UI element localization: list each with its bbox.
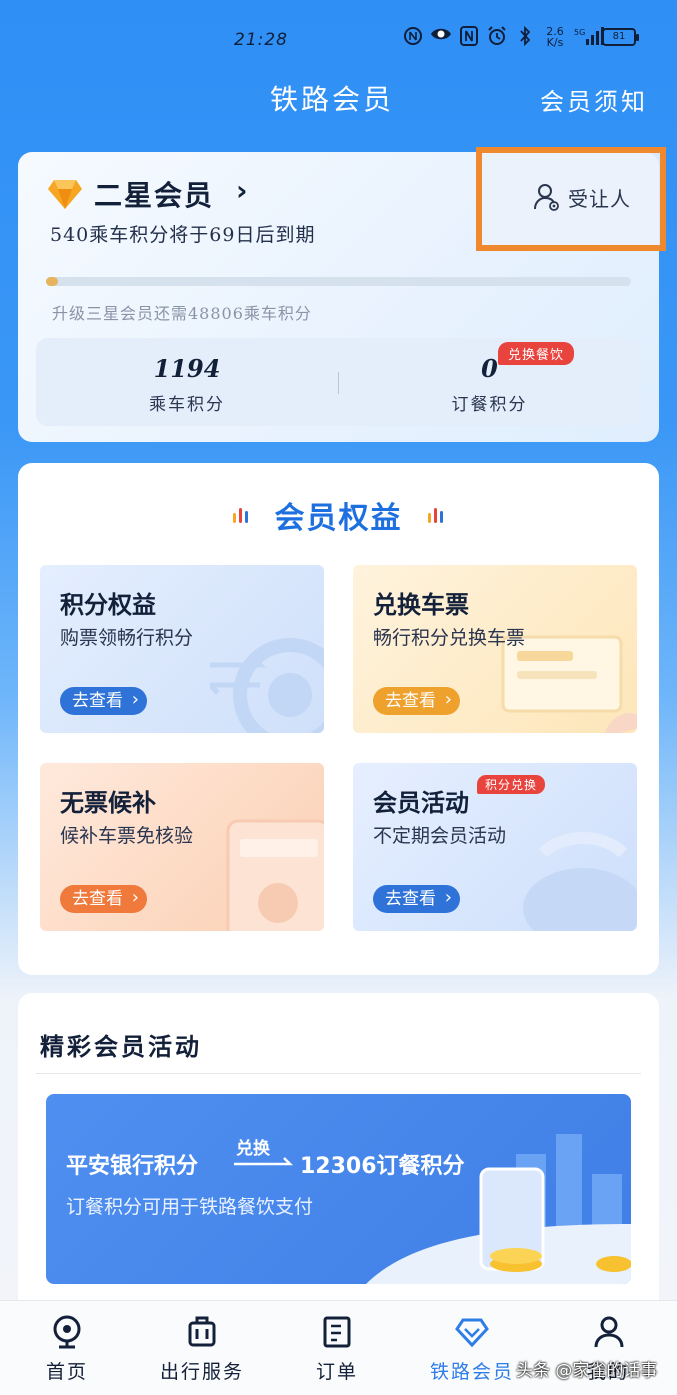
divider xyxy=(36,1073,641,1074)
battery-icon: 81 xyxy=(602,28,639,46)
person-icon xyxy=(594,1316,624,1348)
tile-title: 会员活动 xyxy=(373,789,469,817)
view-button[interactable]: 去查看 xyxy=(373,884,460,913)
meal-exchange-badge[interactable]: 兑换餐饮 xyxy=(498,342,575,365)
nfc-icon xyxy=(458,26,480,48)
svg-text:5G: 5G xyxy=(574,28,585,37)
bars-decoration-icon xyxy=(428,508,443,523)
tile-title: 积分权益 xyxy=(60,591,156,619)
promo-title: 平安银行积分 xyxy=(66,1154,199,1179)
home-icon xyxy=(53,1315,81,1349)
benefits-heading: 会员权益 xyxy=(274,501,403,536)
nav-label: 订单 xyxy=(315,1361,358,1383)
view-button[interactable]: 去查看 xyxy=(60,686,147,715)
nfc-outline-icon xyxy=(402,26,424,48)
meal-points-value[interactable]: 0 xyxy=(338,354,641,383)
member-notice-link[interactable]: 会员须知 xyxy=(540,82,648,117)
status-icons: 2.6 K/s 5G 81 xyxy=(402,25,639,49)
activities-heading: 精彩会员活动 xyxy=(40,1032,202,1061)
luggage-icon xyxy=(188,1316,216,1347)
benefit-tile-exchange-ticket[interactable]: 兑换车票 畅行积分兑换车票 去查看 xyxy=(353,565,637,733)
nav-label: 首页 xyxy=(45,1361,88,1383)
benefits-card: 会员权益 积分权益 购票领畅行积分 去查看 兑换车票 畅行积分兑换车票 去查看 xyxy=(18,463,659,975)
train-logo-decoration xyxy=(210,638,324,733)
watermark: 头条 @家雀的话事 xyxy=(516,1361,658,1381)
phone-decoration xyxy=(226,819,324,931)
city-train-decoration xyxy=(366,1134,631,1284)
view-button[interactable]: 去查看 xyxy=(60,884,147,913)
tile-subtitle: 畅行积分兑换车票 xyxy=(373,627,526,649)
nav-label: 出行服务 xyxy=(159,1361,244,1383)
ride-points-value[interactable]: 1194 xyxy=(36,354,338,383)
transferee-label: 受让人 xyxy=(568,187,631,211)
promo-target: 12306订餐积分 xyxy=(300,1154,465,1179)
alarm-icon xyxy=(486,26,508,48)
signal-icon: 5G xyxy=(574,26,604,48)
promo-banner[interactable]: 平安银行积分 兑换 12306订餐积分 订餐积分可用于铁路餐饮支付 xyxy=(46,1094,631,1284)
member-card: 二星会员 › 540乘车积分将于69日后到期 受让人 升级三星会员还需48806… xyxy=(18,147,666,442)
chevron-right-icon[interactable]: › xyxy=(236,174,248,207)
diamond-icon xyxy=(455,1318,489,1348)
tile-subtitle: 购票领畅行积分 xyxy=(60,627,194,649)
net-speed: 2.6 K/s xyxy=(546,25,564,49)
meal-points-label: 订餐积分 xyxy=(451,395,528,415)
benefit-tile-member-activity[interactable]: 会员活动 积分兑换 不定期会员活动 去查看 xyxy=(353,763,637,931)
activities-card: 精彩会员活动 平安银行积分 兑换 12306订餐积分 订餐积分可用于铁路餐饮支付 xyxy=(18,993,659,1313)
transferee-button[interactable]: 受让人 xyxy=(476,147,666,251)
ride-points-label: 乘车积分 xyxy=(149,395,225,415)
benefit-tile-waitlist[interactable]: 无票候补 候补车票免核验 去查看 xyxy=(40,763,324,931)
level-progress-bar xyxy=(46,277,631,286)
promo-subtitle: 订餐积分可用于铁路餐饮支付 xyxy=(66,1196,314,1218)
level-progress-fill xyxy=(46,277,58,286)
points-exchange-badge: 积分兑换 xyxy=(477,775,546,794)
tile-subtitle: 候补车票免核验 xyxy=(60,825,194,847)
nav-item-travel-services[interactable]: 出行服务 xyxy=(135,1301,270,1395)
page-title: 铁路会员 xyxy=(270,83,395,116)
tile-subtitle: 不定期会员活动 xyxy=(373,825,507,847)
benefit-tile-points[interactable]: 积分权益 购票领畅行积分 去查看 xyxy=(40,565,324,733)
points-panel: 1194 乘车积分 0 订餐积分 兑换餐饮 xyxy=(36,338,641,426)
bag-decoration xyxy=(523,832,637,931)
nav-item-orders[interactable]: 订单 xyxy=(270,1301,405,1395)
nav-item-home[interactable]: 首页 xyxy=(0,1301,135,1395)
tile-title: 兑换车票 xyxy=(373,591,469,619)
status-time: 21:28 xyxy=(234,30,288,50)
eye-icon xyxy=(430,26,452,48)
status-bar: 21:28 2.6 K/s 5G 81 xyxy=(0,0,677,80)
order-icon xyxy=(323,1316,351,1348)
upgrade-note: 升级三星会员还需48806乘车积分 xyxy=(52,304,312,323)
member-level[interactable]: 二星会员 xyxy=(94,174,214,214)
person-settings-icon xyxy=(534,184,559,211)
arrow-right-icon xyxy=(234,1157,294,1166)
tile-title: 无票候补 xyxy=(60,789,156,817)
points-expire-note: 540乘车积分将于69日后到期 xyxy=(50,224,316,246)
bluetooth-icon xyxy=(514,25,536,48)
view-button[interactable]: 去查看 xyxy=(373,686,460,715)
gem-icon xyxy=(48,180,82,209)
